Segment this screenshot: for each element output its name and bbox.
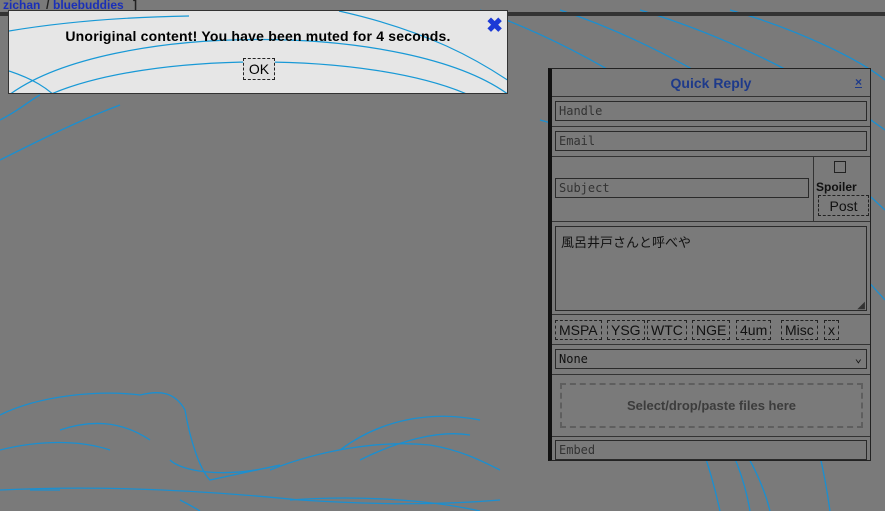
- post-button[interactable]: Post: [818, 195, 869, 216]
- flag-select[interactable]: None ⌄: [555, 349, 867, 369]
- quick-reply-header[interactable]: Quick Reply ×: [552, 69, 870, 97]
- file-row: Select/drop/paste files here: [552, 375, 870, 437]
- quick-reply-panel: Quick Reply × Spoiler Post 風呂井戸さんと呼べや ◢ …: [548, 68, 871, 461]
- tag-button-misc[interactable]: Misc: [781, 320, 818, 340]
- quick-reply-close-icon[interactable]: ×: [855, 75, 862, 89]
- subject-row: Spoiler Post: [552, 157, 870, 222]
- tag-button-wtc[interactable]: WTC: [647, 320, 687, 340]
- handle-row: [552, 97, 870, 127]
- subject-cell: [552, 157, 814, 221]
- embed-row: [552, 437, 870, 465]
- close-icon[interactable]: ✖: [486, 16, 503, 36]
- message-row: 風呂井戸さんと呼べや ◢: [552, 222, 870, 315]
- spoiler-checkbox[interactable]: [834, 161, 846, 173]
- file-dropzone[interactable]: Select/drop/paste files here: [560, 383, 863, 428]
- message-textarea[interactable]: 風呂井戸さんと呼べや: [555, 226, 867, 311]
- email-row: [552, 127, 870, 157]
- flag-select-value: None: [559, 352, 588, 366]
- tag-button-4um[interactable]: 4um: [736, 320, 772, 340]
- board-bracket: ]: [133, 0, 137, 12]
- subject-input[interactable]: [555, 178, 809, 198]
- tag-button-mspa[interactable]: MSPA: [555, 320, 602, 340]
- chevron-down-icon: ⌄: [854, 351, 862, 365]
- embed-input[interactable]: [555, 440, 867, 460]
- tag-toolbar: MSPA YSG WTC NGE 4um Misc x: [552, 315, 870, 345]
- quick-reply-title: Quick Reply: [670, 75, 752, 91]
- popup-line-art: [9, 11, 507, 93]
- spoiler-label: Spoiler: [816, 180, 857, 194]
- tag-button-ysg[interactable]: YSG: [607, 320, 645, 340]
- tag-button-nge[interactable]: NGE: [692, 320, 731, 340]
- ok-button[interactable]: OK: [243, 58, 275, 80]
- handle-input[interactable]: [555, 101, 867, 121]
- board-separator: /: [46, 0, 50, 12]
- select-row: None ⌄: [552, 345, 870, 375]
- mute-message: Unoriginal content! You have been muted …: [65, 28, 451, 44]
- resize-grip-icon[interactable]: ◢: [857, 301, 865, 311]
- board-link-zichan[interactable]: zichan: [3, 0, 40, 11]
- email-input[interactable]: [555, 131, 867, 151]
- tag-button-x[interactable]: x: [824, 320, 839, 340]
- mute-popup: Unoriginal content! You have been muted …: [8, 10, 508, 94]
- board-link-bluebuddies[interactable]: bluebuddies: [53, 0, 124, 11]
